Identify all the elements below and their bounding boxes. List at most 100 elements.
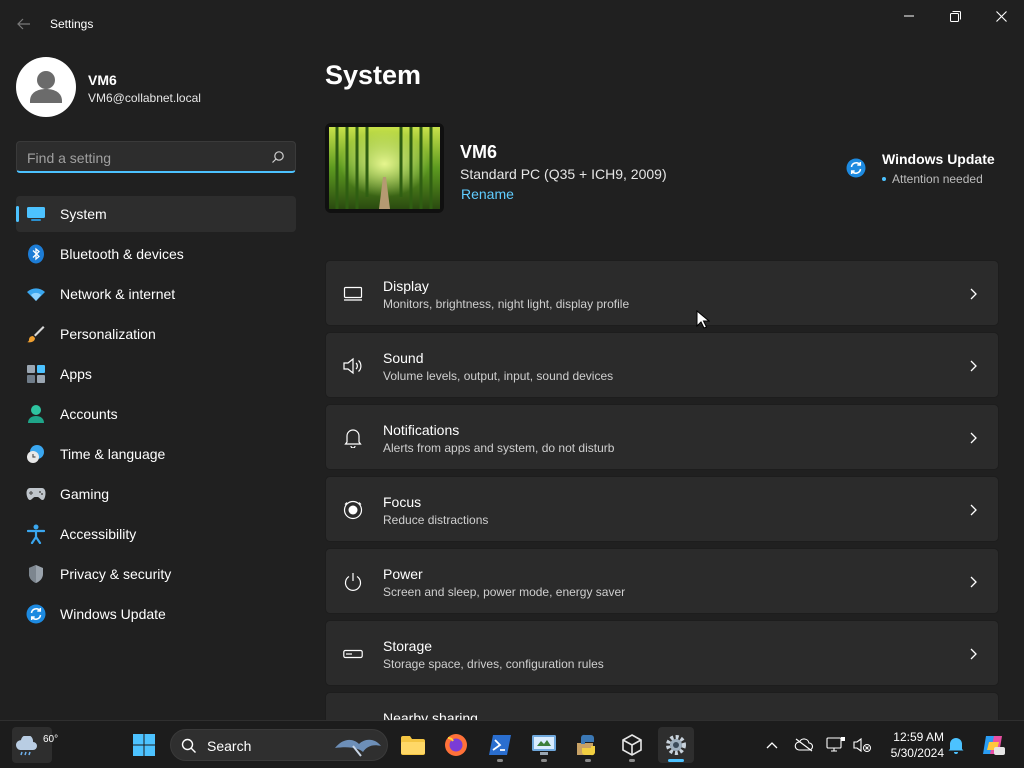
copilot-icon (983, 736, 1005, 755)
running-indicator (541, 759, 547, 762)
chevron-right-icon (970, 432, 977, 444)
card-description: Reduce distractions (383, 513, 489, 527)
sidebar-item-gaming[interactable]: Gaming (16, 476, 296, 512)
mouse-cursor-icon (696, 310, 710, 329)
taskbar: 60° Search 12:59 AM 5/30/2024 (0, 720, 1024, 768)
search-icon[interactable] (271, 150, 285, 164)
search-input[interactable] (27, 148, 267, 168)
restore-button[interactable] (932, 0, 978, 32)
card-description: Volume levels, output, input, sound devi… (383, 369, 614, 383)
rename-link[interactable]: Rename (461, 186, 514, 202)
card-display[interactable]: Display Monitors, brightness, night ligh… (325, 260, 999, 326)
running-indicator (497, 759, 503, 762)
card-title: Power (383, 566, 423, 582)
sidebar-item-label: Personalization (60, 326, 156, 342)
windows-update-icon[interactable] (846, 158, 866, 178)
sidebar-item-accounts[interactable]: Accounts (16, 396, 296, 432)
sidebar-item-label: Privacy & security (60, 566, 172, 582)
sidebar-item-label: Windows Update (60, 606, 166, 622)
powershell-button[interactable] (482, 727, 518, 763)
sidebar-item-label: Apps (60, 366, 92, 382)
bluetooth-icon (26, 244, 46, 264)
taskbar-search-label: Search (207, 738, 252, 754)
card-description: Monitors, brightness, night light, displ… (383, 297, 630, 311)
selection-indicator (16, 206, 19, 222)
page-title: System (325, 60, 422, 90)
settings-app-button[interactable] (658, 727, 694, 763)
cube-icon (622, 734, 642, 756)
speaker-muted-icon (853, 737, 871, 753)
powershell-icon (489, 735, 511, 755)
onedrive-tray-button[interactable] (794, 735, 814, 755)
desktop-wallpaper-thumbnail[interactable] (325, 123, 444, 213)
storage-icon (342, 643, 364, 665)
gear-icon (666, 735, 686, 755)
windows-update-status: Attention needed (892, 172, 983, 186)
sidebar-item-label: System (60, 206, 107, 222)
chevron-right-icon (970, 288, 977, 300)
speaker-icon (342, 355, 364, 377)
start-button[interactable] (126, 727, 162, 763)
network-tray-button[interactable] (826, 735, 846, 755)
sidebar-item-network[interactable]: Network & internet (16, 276, 296, 312)
shield-icon (26, 564, 46, 584)
card-storage[interactable]: Storage Storage space, drives, configura… (325, 620, 999, 686)
card-title: Storage (383, 638, 433, 654)
bell-icon (948, 738, 964, 754)
back-button[interactable] (12, 12, 36, 36)
clock-globe-icon (26, 444, 46, 464)
card-focus[interactable]: Focus Reduce distractions (325, 476, 999, 542)
card-sound[interactable]: Sound Volume levels, output, input, soun… (325, 332, 999, 398)
volume-tray-button[interactable] (852, 735, 872, 755)
virtualbox-button[interactable] (614, 727, 650, 763)
search-icon (181, 738, 196, 753)
sidebar-item-label: Network & internet (60, 286, 176, 302)
minimize-icon (904, 15, 914, 17)
windows-update-link[interactable]: Windows Update (882, 151, 995, 167)
remote-desktop-button[interactable] (526, 727, 562, 763)
sidebar-item-privacy[interactable]: Privacy & security (16, 556, 296, 592)
firefox-button[interactable] (438, 727, 474, 763)
copilot-button[interactable] (980, 735, 1006, 755)
cloud-rain-icon (16, 736, 37, 756)
system-icon (26, 204, 46, 224)
taskbar-search[interactable]: Search (170, 729, 388, 761)
sidebar-item-bluetooth[interactable]: Bluetooth & devices (16, 236, 296, 272)
notifications-button[interactable] (946, 735, 966, 755)
running-indicator (629, 759, 635, 762)
active-app-indicator (668, 759, 684, 762)
windows-logo-icon (133, 734, 155, 756)
close-icon (995, 10, 1007, 22)
clock-date[interactable]: 5/30/2024 (880, 746, 944, 760)
wifi-icon (26, 284, 46, 304)
sidebar-item-system[interactable]: System (16, 196, 296, 232)
running-indicator (585, 759, 591, 762)
settings-search[interactable] (16, 141, 296, 173)
restore-icon (949, 10, 961, 22)
sidebar-item-windows-update[interactable]: Windows Update (16, 596, 296, 632)
card-nearby-sharing[interactable]: Nearby sharing (325, 692, 999, 720)
card-power[interactable]: Power Screen and sleep, power mode, ener… (325, 548, 999, 614)
card-title: Focus (383, 494, 422, 510)
clock-time[interactable]: 12:59 AM (884, 730, 944, 744)
file-explorer-button[interactable] (395, 727, 431, 763)
weather-widget[interactable]: 60° (12, 727, 58, 763)
sidebar-item-apps[interactable]: Apps (16, 356, 296, 392)
sidebar-item-time-language[interactable]: Time & language (16, 436, 296, 472)
show-hidden-icons-button[interactable] (762, 735, 782, 755)
card-description: Alerts from apps and system, do not dist… (383, 441, 615, 455)
card-description: Screen and sleep, power mode, energy sav… (383, 585, 626, 599)
python-installer-button[interactable] (570, 727, 606, 763)
chevron-right-icon (970, 648, 977, 660)
close-button[interactable] (978, 0, 1024, 32)
minimize-button[interactable] (886, 0, 932, 32)
avatar[interactable] (16, 57, 76, 117)
sidebar-item-personalization[interactable]: Personalization (16, 316, 296, 352)
status-dot-icon (882, 177, 886, 181)
settings-cards: Display Monitors, brightness, night ligh… (325, 260, 999, 720)
card-notifications[interactable]: Notifications Alerts from apps and syste… (325, 404, 999, 470)
sidebar-item-label: Accounts (60, 406, 118, 422)
sidebar-item-accessibility[interactable]: Accessibility (16, 516, 296, 552)
card-title: Display (383, 278, 429, 294)
user-profile[interactable]: VM6 VM6@collabnet.local (16, 57, 296, 117)
